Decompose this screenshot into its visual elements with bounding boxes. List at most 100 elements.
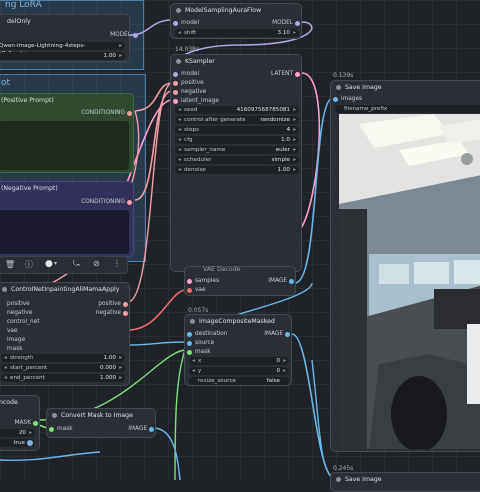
composite-y-widget[interactable]: ◂ y 0 ▸ xyxy=(189,367,289,375)
ksampler-node[interactable]: KSampler model LATENT positive negative … xyxy=(170,54,302,272)
arrow-right-icon[interactable]: ▸ xyxy=(293,106,296,114)
ksampler-latent-in-socket[interactable] xyxy=(173,98,178,104)
controlnet-apply-node[interactable]: ControlNetInpaintingAliMamaApply positiv… xyxy=(0,282,130,386)
hide-icon[interactable]: ⊘ xyxy=(93,259,100,268)
lora-loader-node[interactable]: delOnly MODEL Qwen-Image-Lightning-4step… xyxy=(0,14,138,62)
arrow-right-icon[interactable]: ▸ xyxy=(293,166,296,174)
vae-image-socket[interactable] xyxy=(289,278,294,284)
arrow-right-icon[interactable]: ▸ xyxy=(293,116,296,124)
save-input-images[interactable]: images xyxy=(331,94,401,104)
save-image-node[interactable]: Save Image images filename_prefix xyxy=(330,80,480,452)
chevron-down-icon[interactable]: ▾ xyxy=(54,260,57,267)
composite-input-mask[interactable]: mask xyxy=(185,347,255,357)
arrow-left-icon[interactable]: ◂ xyxy=(178,106,181,114)
aura-shift-widget[interactable]: ◂ shift 3.10 ▸ xyxy=(175,29,299,37)
ksampler-steps-widget[interactable]: ◂ steps 4 ▸ xyxy=(175,126,299,134)
composite-x-widget[interactable]: ◂ x 0 ▸ xyxy=(189,357,289,365)
aura-output-model[interactable]: MODEL xyxy=(233,18,301,28)
arrow-left-icon[interactable]: ◂ xyxy=(178,116,181,124)
positive-output-conditioning[interactable]: CONDITIONING xyxy=(45,108,133,118)
positive-prompt-textarea[interactable] xyxy=(0,121,129,170)
bypass-icon[interactable]: ⤿ xyxy=(73,259,80,269)
encode-grow-widget[interactable]: 20 ▸ xyxy=(0,429,35,437)
vae-output-image[interactable]: IMAGE xyxy=(227,276,295,286)
lora-output-model[interactable]: MODEL xyxy=(0,30,139,40)
arrow-right-icon[interactable]: ▸ xyxy=(119,374,122,382)
cn-strength-widget[interactable]: ◂ strength 1.00 ▸ xyxy=(1,354,125,362)
encode-toggle-widget[interactable]: true xyxy=(0,439,35,447)
composite-mask-socket[interactable] xyxy=(187,349,192,355)
arrow-right-icon[interactable]: ▸ xyxy=(293,126,296,134)
arrow-left-icon[interactable]: ◂ xyxy=(178,156,181,164)
cn-negative-socket[interactable] xyxy=(123,310,128,316)
image-composite-masked-node[interactable]: ImageCompositeMasked destination source … xyxy=(184,314,292,386)
arrow-left-icon[interactable]: ◂ xyxy=(178,136,181,144)
arrow-left-icon[interactable]: ◂ xyxy=(178,126,181,134)
arrow-left-icon[interactable]: ◂ xyxy=(192,367,195,375)
arrow-right-icon[interactable]: ▸ xyxy=(119,364,122,372)
arrow-right-icon[interactable]: ▸ xyxy=(293,29,296,37)
arrow-right-icon[interactable]: ▸ xyxy=(293,136,296,144)
encode-mask-socket[interactable] xyxy=(33,420,38,426)
save-prefix-widget[interactable]: filename_prefix xyxy=(335,105,480,113)
negative-prompt-node[interactable]: (Negative Prompt) CONDITIONING xyxy=(0,181,134,257)
chevron-right-icon[interactable]: ▸ xyxy=(119,42,122,50)
toggle-knob[interactable] xyxy=(27,440,33,446)
ksampler-positive-socket[interactable] xyxy=(173,80,178,86)
model-sampling-aura-node[interactable]: ModelSamplingAuraFlow model MODEL ◂ shif… xyxy=(170,3,302,39)
mask-encode-node[interactable]: ncode MASK 20 ▸ true xyxy=(0,395,40,451)
cn-positive-socket[interactable] xyxy=(123,301,128,307)
arrow-left-icon[interactable]: ◂ xyxy=(4,374,7,382)
negative-conditioning-socket[interactable] xyxy=(127,199,132,205)
convert-input-mask[interactable]: mask xyxy=(47,424,97,434)
composite-resize-widget[interactable]: resize_source false xyxy=(189,377,289,385)
aura-input-model[interactable]: model xyxy=(171,18,241,28)
ksampler-scheduler-widget[interactable]: ◂ scheduler simple ▸ xyxy=(175,156,299,164)
arrow-right-icon[interactable]: ▸ xyxy=(119,52,122,60)
save-images-socket[interactable] xyxy=(333,96,338,102)
cn-start-widget[interactable]: ◂ start_percent 0.000 ▸ xyxy=(1,364,125,372)
composite-image-socket[interactable] xyxy=(285,331,290,337)
vae-samples-socket[interactable] xyxy=(187,278,192,284)
arrow-left-icon[interactable]: ◂ xyxy=(4,364,7,372)
arrow-right-icon[interactable]: ▸ xyxy=(29,429,32,437)
positive-prompt-node[interactable]: (Positive Prompt) CONDITIONING xyxy=(0,93,134,173)
composite-source-socket[interactable] xyxy=(187,340,192,346)
cn-output-negative[interactable]: negative xyxy=(61,308,129,318)
arrow-left-icon[interactable]: ◂ xyxy=(4,354,7,362)
ksampler-seed-widget[interactable]: ◂ seed 416097568785081 ▸ xyxy=(175,106,299,114)
aura-input-socket[interactable] xyxy=(173,20,178,26)
ksampler-model-socket[interactable] xyxy=(173,71,178,77)
ksampler-input-latent[interactable]: latent_image xyxy=(171,96,251,106)
composite-destination-socket[interactable] xyxy=(187,331,192,337)
save-image-node-2[interactable]: Save Image xyxy=(330,472,480,492)
trash-icon[interactable]: 🗑 xyxy=(5,260,15,269)
ksampler-denoise-widget[interactable]: ◂ denoise 1.00 ▸ xyxy=(175,166,299,174)
vae-input-vae[interactable]: vae xyxy=(185,285,255,295)
lora-output-socket[interactable] xyxy=(133,32,138,38)
more-icon[interactable]: ⋮ xyxy=(113,259,121,268)
arrow-right-icon[interactable]: ▸ xyxy=(293,146,296,154)
convert-output-image[interactable]: IMAGE xyxy=(97,424,155,434)
info-icon[interactable]: ⓘ xyxy=(25,259,33,270)
cn-end-widget[interactable]: ◂ end_percent 1.000 ▸ xyxy=(1,374,125,382)
lora-strength-widget[interactable]: 1.00 ▸ xyxy=(0,52,125,60)
convert-mask-socket[interactable] xyxy=(49,426,54,432)
arrow-right-icon[interactable]: ▸ xyxy=(119,354,122,362)
cn-input-mask[interactable]: mask xyxy=(0,344,67,354)
ksampler-sampler-widget[interactable]: ◂ sampler_name euler ▸ xyxy=(175,146,299,154)
vae-decode-node[interactable]: VAE Decode samples vae IMAGE xyxy=(184,266,296,296)
arrow-right-icon[interactable]: ▸ xyxy=(293,156,296,164)
arrow-left-icon[interactable]: ◂ xyxy=(178,146,181,154)
encode-output-mask[interactable]: MASK xyxy=(0,418,39,428)
arrow-left-icon[interactable]: ◂ xyxy=(178,29,181,37)
ksampler-latent-socket[interactable] xyxy=(295,71,300,77)
composite-output-image[interactable]: IMAGE xyxy=(233,329,291,339)
arrow-left-icon[interactable]: ◂ xyxy=(178,166,181,174)
ksampler-output-latent[interactable]: LATENT xyxy=(233,69,301,79)
lora-name-widget[interactable]: Qwen-Image-Lightning-4steps-V1.0.safeten… xyxy=(0,42,125,57)
color-icon[interactable]: ● xyxy=(45,259,53,269)
convert-mask-to-image-node[interactable]: Convert Mask to Image mask IMAGE xyxy=(46,408,156,438)
negative-output-conditioning[interactable]: CONDITIONING xyxy=(45,197,133,207)
convert-image-socket[interactable] xyxy=(149,426,154,432)
